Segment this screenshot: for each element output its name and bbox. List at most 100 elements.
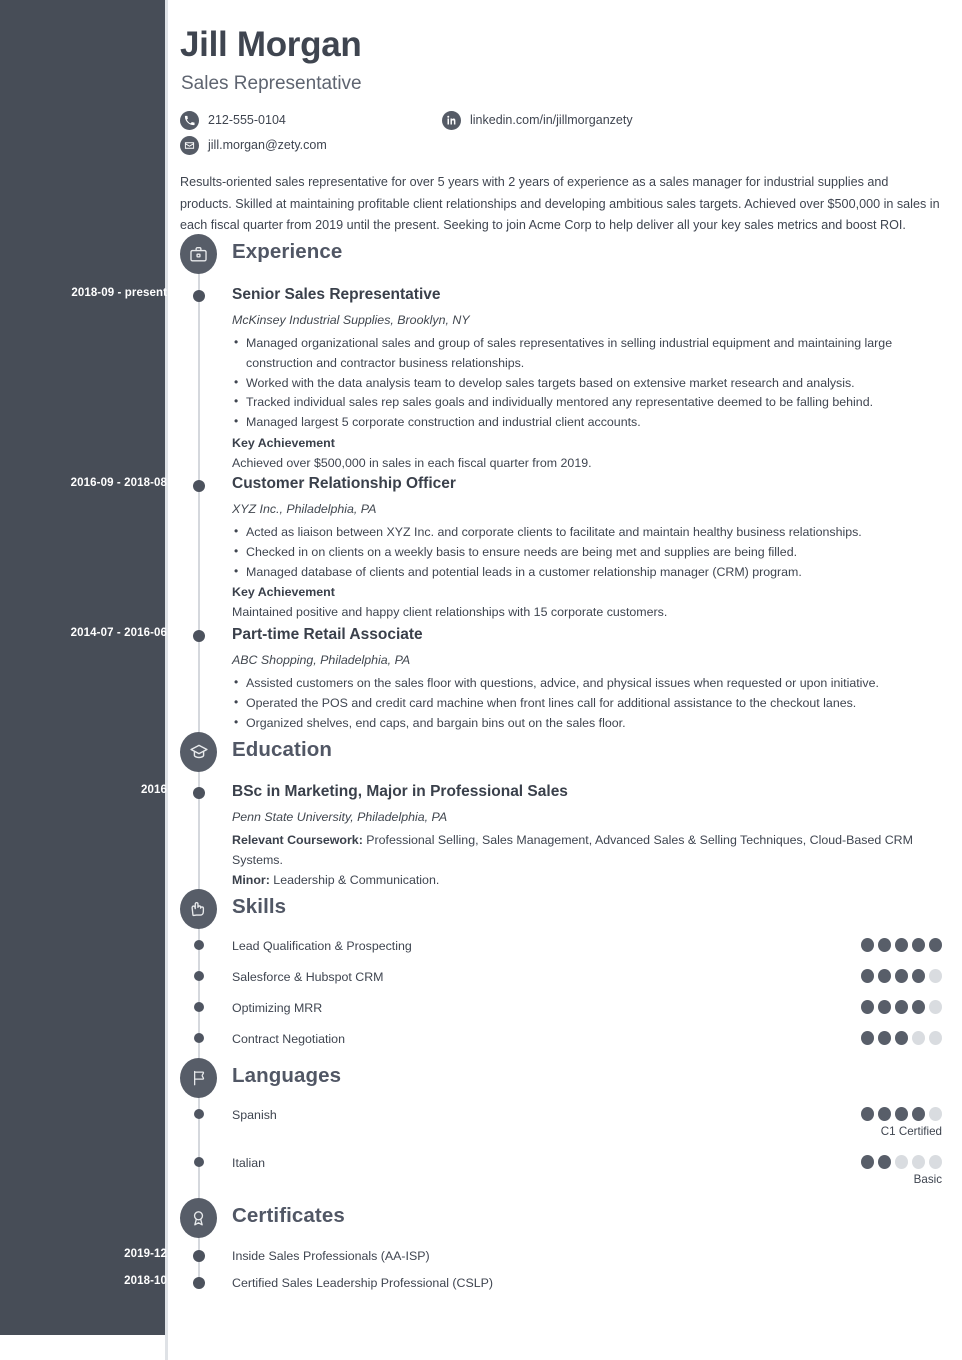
experience-entry-1-achievement-text: Achieved over $500,000 in sales in each …: [232, 455, 592, 470]
experience-entry-2-bullets: Acted as liaison between XYZ Inc. and co…: [232, 522, 942, 583]
linkedin-icon: [442, 110, 461, 130]
award-ribbon-icon: [180, 1198, 217, 1238]
section-title-skills: Skills: [232, 895, 287, 918]
rating-dot: [895, 1155, 908, 1169]
experience-entry-2-title: Customer Relationship Officer: [232, 475, 456, 492]
skill-row-2: Salesforce & Hubspot CRM: [232, 968, 942, 986]
skill-rating-1: [861, 938, 942, 952]
skill-label-4: Contract Negotiation: [232, 1032, 345, 1046]
minor-label: Minor:: [232, 872, 270, 887]
rating-dot: [929, 969, 942, 983]
section-title-languages: Languages: [232, 1064, 342, 1087]
date-label-experience-2: 2016-09 - 2018-08: [70, 477, 167, 489]
bullet-item: Worked with the data analysis team to de…: [232, 373, 942, 394]
rating-dot: [878, 1031, 891, 1045]
resume-main-column: Jill Morgan Sales Representative 212-555…: [168, 0, 962, 1360]
date-label-experience-3: 2014-07 - 2016-06: [70, 627, 167, 639]
rating-dot: [929, 938, 942, 952]
language-note-1: C1 Certified: [880, 1125, 942, 1138]
left-sidebar: [0, 0, 165, 1335]
skill-rating-2: [861, 969, 942, 983]
rating-dot: [861, 969, 874, 983]
rating-dot: [912, 1155, 925, 1169]
graduation-cap-icon: [180, 732, 217, 772]
skill-row-3: Optimizing MRR: [232, 999, 942, 1017]
experience-entry-2-achievement-text: Maintained positive and happy client rel…: [232, 605, 668, 620]
timeline-dot-skill-1: [194, 940, 204, 950]
rating-dot: [861, 1031, 874, 1045]
rating-dot: [878, 1155, 891, 1169]
contact-linkedin[interactable]: linkedin.com/in/jillmorganzety: [442, 108, 633, 132]
bullet-item: Checked in on clients on a weekly basis …: [232, 542, 942, 563]
date-label-certificate-1: 2019-12: [124, 1248, 167, 1260]
envelope-icon: [180, 135, 199, 155]
rating-dot: [861, 1155, 874, 1169]
section-title-certificates: Certificates: [232, 1204, 345, 1227]
timeline-dot-skill-4: [194, 1033, 204, 1043]
language-rating-1: [861, 1107, 942, 1121]
rating-dot: [912, 1107, 925, 1121]
language-note-2: Basic: [913, 1173, 942, 1186]
experience-entry-1-bullets: Managed organizational sales and group o…: [232, 333, 942, 433]
skill-label-1: Lead Qualification & Prospecting: [232, 939, 412, 953]
rating-dot: [861, 938, 874, 952]
timeline-dot-language-1: [194, 1109, 204, 1119]
rating-dot: [912, 1031, 925, 1045]
timeline-dot-skill-3: [194, 1002, 204, 1012]
rating-dot: [895, 969, 908, 983]
phone-icon: [180, 110, 199, 130]
experience-entry-3-title: Part-time Retail Associate: [232, 626, 423, 643]
contact-phone[interactable]: 212-555-0104: [180, 108, 327, 132]
education-entry-1-school: Penn State University, Philadelphia, PA: [232, 810, 448, 824]
rating-dot: [878, 1107, 891, 1121]
experience-entry-1-employer: McKinsey Industrial Supplies, Brooklyn, …: [232, 313, 470, 327]
timeline-dot-experience-3: [193, 630, 205, 642]
education-entry-1: BSc in Marketing, Major in Professional …: [232, 782, 942, 890]
date-label-education-1: 2016: [141, 784, 167, 796]
rating-dot: [929, 1107, 942, 1121]
experience-entry-1-title: Senior Sales Representative: [232, 286, 441, 303]
rating-dot: [861, 1107, 874, 1121]
professional-summary: Results-oriented sales representative fo…: [180, 175, 940, 232]
experience-entry-3: Part-time Retail Associate ABC Shopping,…: [232, 625, 942, 733]
bullet-item: Managed largest 5 corporate construction…: [232, 412, 942, 433]
skill-rating-3: [861, 1000, 942, 1014]
rating-dot: [929, 1000, 942, 1014]
bullet-item: Managed organizational sales and group o…: [232, 333, 942, 374]
candidate-name: Jill Morgan: [180, 25, 362, 64]
language-label-1: Spanish: [232, 1108, 277, 1122]
skill-label-3: Optimizing MRR: [232, 1001, 323, 1015]
bullet-item: Assisted customers on the sales floor wi…: [232, 673, 942, 694]
education-entry-1-degree: BSc in Marketing, Major in Professional …: [232, 783, 568, 800]
rating-dot: [929, 1031, 942, 1045]
rating-dot: [912, 969, 925, 983]
rating-dot: [895, 938, 908, 952]
experience-entry-3-bullets: Assisted customers on the sales floor wi…: [232, 673, 942, 733]
skill-rating-4: [861, 1031, 942, 1045]
bullet-item: Operated the POS and credit card machine…: [232, 693, 942, 714]
bullet-item: Managed database of clients and potentia…: [232, 562, 942, 583]
section-title-experience: Experience: [232, 240, 343, 263]
experience-entry-2: Customer Relationship Officer XYZ Inc., …: [232, 474, 942, 623]
rating-dot: [878, 1000, 891, 1014]
education-entry-1-coursework: Relevant Coursework: Professional Sellin…: [232, 831, 942, 871]
certificate-row-1: Inside Sales Professionals (AA-ISP): [232, 1249, 430, 1263]
skill-row-4: Contract Negotiation: [232, 1030, 942, 1048]
language-row-2: Italian Basic: [232, 1154, 942, 1186]
language-rating-2: [861, 1155, 942, 1169]
language-row-1: Spanish C1 Certified: [232, 1106, 942, 1138]
rating-dot: [912, 1000, 925, 1014]
timeline-dot-language-2: [194, 1157, 204, 1167]
certificate-row-2: Certified Sales Leadership Professional …: [232, 1276, 494, 1290]
rating-dot: [895, 1000, 908, 1014]
contact-email[interactable]: jill.morgan@zety.com: [180, 133, 327, 157]
timeline-dot-certificate-1: [193, 1250, 205, 1262]
minor-text: Leadership & Communication.: [269, 872, 440, 887]
timeline-dot-experience-1: [193, 290, 205, 302]
skill-label-2: Salesforce & Hubspot CRM: [232, 970, 384, 984]
coursework-label: Relevant Coursework:: [232, 833, 363, 847]
experience-entry-2-employer: XYZ Inc., Philadelphia, PA: [232, 502, 377, 516]
candidate-job-title: Sales Representative: [181, 73, 362, 94]
rating-dot: [895, 1107, 908, 1121]
timeline-dot-experience-2: [193, 480, 205, 492]
